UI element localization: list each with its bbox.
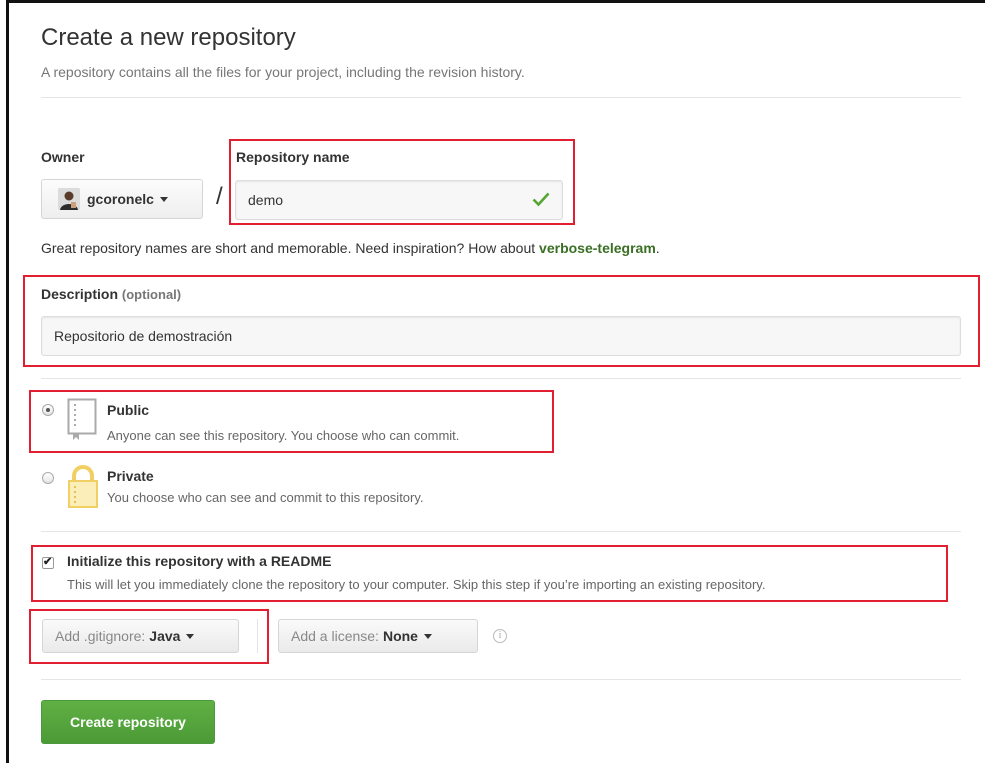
page-title: Create a new repository: [41, 24, 296, 51]
highlight-readme: [31, 545, 948, 602]
highlight-repo-name: [229, 139, 575, 225]
create-repository-button[interactable]: Create repository: [41, 700, 215, 744]
divider-2: [41, 531, 961, 532]
avatar: [58, 188, 80, 210]
highlight-description: [23, 275, 980, 367]
divider-1: [41, 378, 961, 379]
info-icon[interactable]: i: [493, 629, 507, 643]
hint-text: Great repository names are short and mem…: [41, 240, 540, 256]
owner-repo-separator: /: [216, 183, 223, 210]
license-dropdown[interactable]: Add a license: None: [278, 619, 478, 653]
private-title: Private: [107, 468, 154, 484]
select-separator: [257, 619, 258, 653]
window-top-border: [6, 0, 985, 3]
owner-name: gcoronelc: [87, 191, 154, 207]
divider-3: [41, 679, 961, 680]
owner-label: Owner: [41, 149, 85, 165]
owner-dropdown[interactable]: gcoronelc: [41, 179, 203, 219]
license-value: None: [382, 628, 418, 644]
private-radio[interactable]: [42, 472, 54, 484]
repo-name-hint: Great repository names are short and mem…: [41, 240, 660, 256]
private-desc: You choose who can see and commit to thi…: [107, 490, 424, 505]
page-subtitle: A repository contains all the files for …: [41, 64, 525, 80]
header-divider: [41, 97, 961, 98]
suggested-name-link[interactable]: verbose-telegram: [539, 240, 656, 256]
hint-end: .: [655, 240, 660, 256]
chevron-down-icon: [159, 196, 168, 202]
license-prefix: Add a license:: [291, 628, 379, 644]
chevron-down-icon: [423, 633, 432, 639]
window-left-border: [6, 0, 9, 763]
highlight-public: [29, 390, 554, 453]
highlight-gitignore: [29, 609, 269, 664]
lock-icon: [67, 465, 99, 512]
